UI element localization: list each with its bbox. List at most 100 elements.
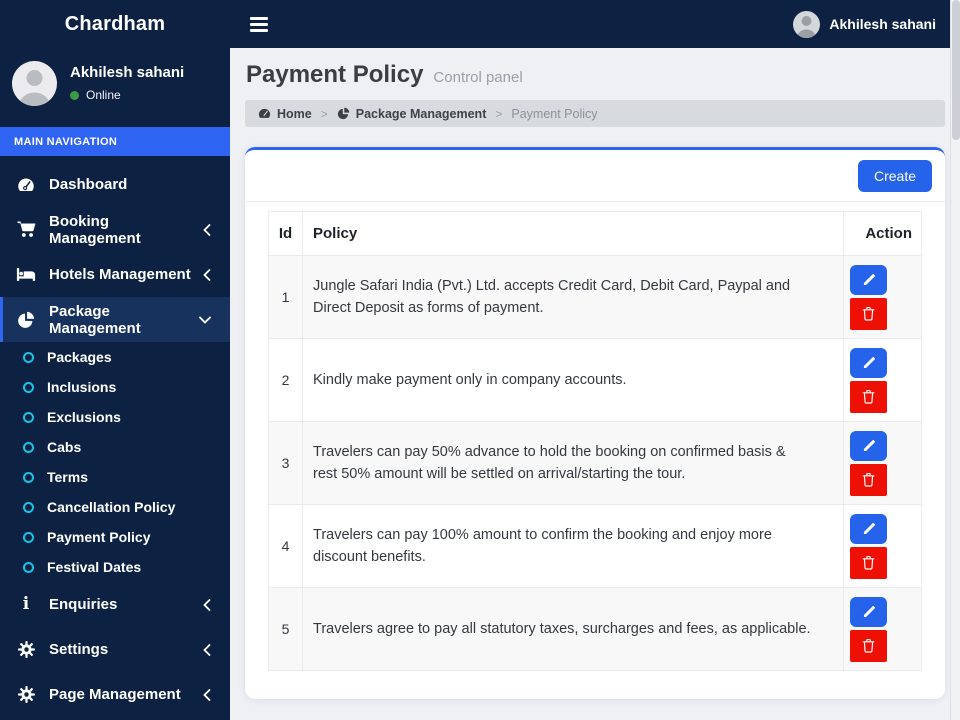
row-id: 4 (268, 504, 303, 588)
chevron-down-icon (199, 316, 211, 324)
sidebar-item-page-management[interactable]: Page Management (0, 672, 230, 717)
bars-icon (250, 22, 268, 26)
table-header-row: Id Policy Action (268, 211, 922, 256)
user-avatar (12, 61, 57, 106)
row-id: 5 (268, 587, 303, 671)
chevron-left-icon (203, 268, 211, 281)
sidebar-subitem-cancellation-policy[interactable]: Cancellation Policy (0, 492, 230, 522)
edit-button[interactable] (850, 596, 887, 627)
row-actions (843, 338, 922, 422)
delete-button[interactable] (850, 546, 887, 579)
circle-icon (23, 471, 34, 483)
submenu-label: Terms (47, 469, 88, 485)
sidebar-user-panel: Akhilesh sahani Online (0, 48, 230, 120)
sidebar-section-label: MAIN NAVIGATION (0, 127, 230, 156)
delete-button[interactable] (850, 380, 887, 413)
breadcrumb-label: Package Management (355, 106, 487, 121)
breadcrumb-current: Payment Policy (511, 106, 598, 121)
sidebar-item-package-management[interactable]: Package Management (0, 297, 230, 342)
sidebar-item-label: Hotels Management (49, 266, 191, 283)
scrollbar-thumb[interactable] (952, 0, 960, 140)
row-id: 2 (268, 338, 303, 422)
circle-icon (23, 531, 34, 543)
sidebar-toggle-button[interactable] (246, 11, 272, 38)
sidebar-item-dashboard[interactable]: Dashboard (0, 162, 230, 207)
row-actions (843, 421, 922, 505)
sidebar-subitem-terms[interactable]: Terms (0, 462, 230, 492)
breadcrumb-package-management[interactable]: Package Management (337, 106, 487, 121)
row-policy-text: Kindly make payment only in company acco… (302, 338, 844, 422)
table-row: 2 Kindly make payment only in company ac… (268, 338, 922, 422)
card-body: Id Policy Action 1 Jungle Safari India (… (245, 202, 945, 671)
sidebar-subitem-payment-policy[interactable]: Payment Policy (0, 522, 230, 552)
gear-icon (15, 686, 37, 703)
circle-icon (23, 411, 34, 423)
row-actions (843, 504, 922, 588)
submenu-label: Packages (47, 349, 112, 365)
dashboard-icon (258, 108, 271, 118)
create-button[interactable]: Create (857, 160, 932, 192)
sidebar-item-hotels-management[interactable]: Hotels Management (0, 252, 230, 297)
user-avatar-small (793, 10, 821, 38)
trash-icon (862, 556, 875, 570)
submenu-label: Cabs (47, 439, 82, 455)
pencil-icon (863, 439, 875, 451)
content-area: Payment Policy Control panel Home > Pack… (230, 48, 960, 720)
pencil-icon (863, 273, 875, 285)
sidebar-item-booking-management[interactable]: Booking Management (0, 207, 230, 252)
table-header-id: Id (268, 211, 303, 256)
bed-icon (15, 267, 37, 282)
online-status-label: Online (86, 88, 121, 102)
navbar-user-menu[interactable]: Akhilesh sahani (793, 10, 936, 38)
content-header: Payment Policy Control panel (230, 48, 960, 100)
sidebar-subitem-festival-dates[interactable]: Festival Dates (0, 552, 230, 582)
chevron-left-icon (203, 643, 211, 656)
package-management-submenu: Packages Inclusions Exclusions Cabs Term… (0, 342, 230, 582)
sidebar-subitem-inclusions[interactable]: Inclusions (0, 372, 230, 402)
sidebar-item-label: Dashboard (49, 176, 128, 193)
bars-icon (250, 16, 268, 20)
circle-icon (23, 381, 34, 393)
pencil-icon (863, 356, 875, 368)
pie-chart-icon (15, 311, 37, 329)
edit-button[interactable] (850, 347, 887, 378)
sidebar-item-settings[interactable]: Settings (0, 627, 230, 672)
table-row: 3 Travelers can pay 50% advance to hold … (268, 421, 922, 505)
top-navbar: Akhilesh sahani (230, 0, 960, 48)
user-status: Online (70, 88, 184, 102)
row-actions (843, 255, 922, 339)
card-header: Create (245, 150, 945, 202)
sidebar-item-label: Package Management (49, 302, 141, 337)
person-icon (797, 15, 817, 38)
edit-button[interactable] (850, 264, 887, 295)
scrollbar[interactable] (950, 0, 960, 720)
brand-title[interactable]: Chardham (0, 0, 230, 48)
row-policy-text: Travelers can pay 100% amount to confirm… (302, 504, 844, 588)
breadcrumb-separator: > (495, 106, 503, 121)
breadcrumb-label: Home (277, 106, 312, 121)
edit-button[interactable] (850, 513, 887, 544)
sidebar-menu: Dashboard Booking Management Hotels Mana… (0, 162, 230, 717)
trash-icon (862, 390, 875, 404)
delete-button[interactable] (850, 629, 887, 662)
submenu-label: Inclusions (47, 379, 117, 395)
breadcrumb-home[interactable]: Home (258, 107, 312, 121)
online-status-dot (70, 90, 79, 100)
user-meta: Akhilesh sahani Online (70, 61, 184, 106)
tachometer-icon (15, 176, 37, 194)
circle-icon (23, 501, 34, 513)
delete-button[interactable] (850, 297, 887, 330)
bars-icon (250, 28, 268, 32)
row-policy-text: Travelers agree to pay all statutory tax… (302, 587, 844, 671)
submenu-label: Payment Policy (47, 529, 151, 545)
sidebar-item-enquiries[interactable]: i Enquiries (0, 582, 230, 627)
delete-button[interactable] (850, 463, 887, 496)
table-row: 5 Travelers agree to pay all statutory t… (268, 587, 922, 671)
sidebar-subitem-packages[interactable]: Packages (0, 342, 230, 372)
sidebar-item-label: Settings (49, 641, 109, 658)
row-policy-text: Jungle Safari India (Pvt.) Ltd. accepts … (302, 255, 844, 339)
sidebar-subitem-exclusions[interactable]: Exclusions (0, 402, 230, 432)
circle-icon (23, 441, 34, 453)
edit-button[interactable] (850, 430, 887, 461)
sidebar-subitem-cabs[interactable]: Cabs (0, 432, 230, 462)
